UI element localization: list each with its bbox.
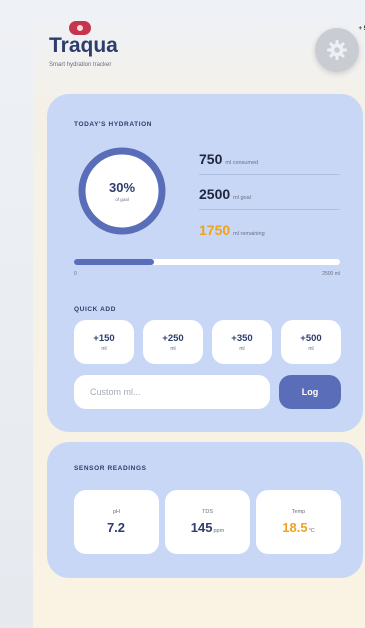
consumed-value: 750	[199, 151, 223, 167]
hydration-section-title: TODAY'S HYDRATION	[74, 121, 153, 128]
app-title: Traqua	[49, 34, 118, 57]
quick-add-value: +500	[300, 332, 322, 344]
goal-label: ml goal	[233, 195, 251, 201]
quick-add-unit: ml	[170, 345, 176, 352]
sensor-unit: ppm	[213, 528, 225, 534]
settings-button[interactable]	[315, 28, 359, 72]
app-screen: Traqua Smart hydration tracker + 5 TODAY…	[33, 12, 365, 628]
consumed-stat: 750 ml consumed	[199, 151, 258, 167]
sensor-label: pH	[112, 509, 121, 515]
sensor-label: TDS	[202, 509, 213, 515]
hydration-progress-fill	[74, 259, 154, 265]
custom-amount-input[interactable]	[74, 375, 270, 409]
sensor-label: Temp	[291, 509, 306, 515]
quick-add-unit: ml	[308, 345, 314, 352]
quick-add-value: +150	[93, 332, 115, 344]
sensor-tile-temp: Temp 18.5 °C	[256, 490, 341, 554]
hydration-card: TODAY'S HYDRATION 30% of goal 750 ml con…	[47, 94, 363, 432]
consumed-label: ml consumed	[225, 160, 259, 166]
sensor-value: 145	[190, 520, 213, 535]
gear-icon	[327, 40, 347, 60]
sensor-tile-ph: pH 7.2	[74, 490, 159, 554]
sensor-section-title: SENSOR READINGS	[74, 465, 147, 472]
quick-add-button-350[interactable]: +350 ml	[212, 320, 272, 364]
goal-percentage: 30%	[108, 180, 136, 195]
quick-add-button-500[interactable]: +500 ml	[281, 320, 341, 364]
remaining-value: 1750	[199, 222, 231, 238]
progress-max-label: 2500 ml	[322, 271, 340, 277]
sensor-value: 7.2	[106, 520, 126, 535]
hydration-progress-bar	[74, 259, 340, 265]
quick-add-unit: ml	[101, 345, 107, 352]
remaining-stat: 1750 ml remaining	[199, 222, 265, 238]
goal-value: 2500	[199, 186, 231, 202]
progress-min-label: 0	[74, 271, 77, 277]
status-indicator: + 5	[358, 26, 365, 32]
sensor-value: 18.5	[282, 520, 308, 535]
quick-add-value: +350	[231, 332, 253, 344]
quick-add-section-title: QUICK ADD	[74, 306, 116, 313]
quick-add-value: +250	[162, 332, 184, 344]
goal-percentage-label: of goal	[115, 197, 129, 202]
stat-divider	[199, 174, 340, 175]
app-subtitle: Smart hydration tracker	[49, 62, 112, 68]
stat-divider	[199, 209, 340, 210]
log-button[interactable]: Log	[279, 375, 341, 409]
sensor-card: SENSOR READINGS pH 7.2 TDS 145 ppm Temp …	[47, 442, 363, 578]
remaining-label: ml remaining	[233, 231, 265, 237]
quick-add-button-150[interactable]: +150 ml	[74, 320, 134, 364]
app-header: Traqua Smart hydration tracker + 5	[33, 12, 365, 96]
quick-add-unit: ml	[239, 345, 245, 352]
goal-stat: 2500 ml goal	[199, 186, 251, 202]
progress-ring: 30% of goal	[76, 145, 168, 237]
water-drop-icon	[69, 21, 91, 35]
quick-add-button-250[interactable]: +250 ml	[143, 320, 203, 364]
sensor-tile-tds: TDS 145 ppm	[165, 490, 250, 554]
sensor-unit: °C	[308, 528, 315, 534]
